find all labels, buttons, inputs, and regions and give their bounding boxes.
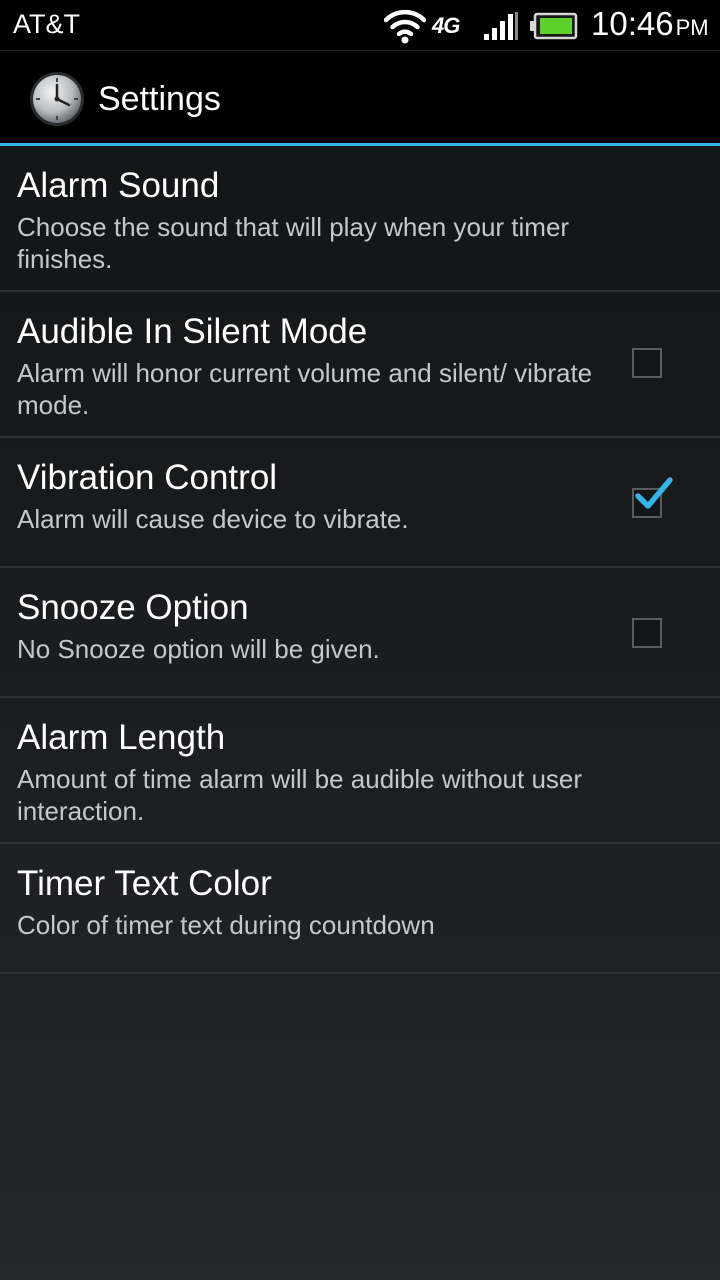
page-title: Settings: [98, 80, 221, 118]
pref-audible-in-silent-mode[interactable]: Audible In Silent Mode Alarm will honor …: [0, 292, 720, 438]
pref-timer-text-color[interactable]: Timer Text Color Color of timer text dur…: [0, 844, 720, 974]
audible-silent-checkbox[interactable]: [632, 348, 662, 378]
pref-snooze-option[interactable]: Snooze Option No Snooze option will be g…: [0, 568, 720, 698]
snooze-checkbox[interactable]: [632, 618, 662, 648]
action-bar: Settings: [0, 51, 720, 146]
pref-title: Snooze Option: [17, 588, 249, 627]
pref-vibration-control[interactable]: Vibration Control Alarm will cause devic…: [0, 438, 720, 568]
vibration-checkbox[interactable]: [632, 477, 673, 518]
pref-summary: No Snooze option will be given.: [17, 634, 380, 664]
signal-icon: [484, 12, 518, 40]
pref-summary: Alarm will cause device to vibrate.: [17, 504, 409, 534]
checkmark-icon: [635, 477, 673, 509]
pref-title: Alarm Sound: [17, 166, 220, 205]
network-type-badge: 4G: [432, 13, 460, 38]
pref-title: Vibration Control: [17, 458, 278, 497]
pref-summary: Color of timer text during countdown: [17, 910, 435, 940]
pref-summary: Amount of time alarm will be audible wit…: [17, 764, 583, 826]
carrier-label: AT&T: [13, 9, 80, 39]
pref-summary: Choose the sound that will play when you…: [17, 212, 570, 274]
pref-title: Audible In Silent Mode: [17, 312, 368, 351]
status-clock: 10:46PM: [591, 5, 709, 43]
preference-list: Alarm Sound Choose the sound that will p…: [0, 146, 720, 974]
clock-ampm: PM: [675, 15, 709, 40]
pref-title: Timer Text Color: [17, 864, 272, 903]
status-bar: AT&T 4G 10:46PM: [0, 0, 720, 51]
pref-title: Alarm Length: [17, 718, 226, 757]
battery-icon: [530, 12, 578, 40]
pref-summary: Alarm will honor current volume and sile…: [17, 358, 593, 420]
clock-app-icon[interactable]: [28, 70, 86, 128]
pref-alarm-sound[interactable]: Alarm Sound Choose the sound that will p…: [0, 146, 720, 292]
wifi-icon: [384, 9, 426, 44]
pref-alarm-length[interactable]: Alarm Length Amount of time alarm will b…: [0, 698, 720, 844]
clock-time: 10:46: [591, 5, 674, 42]
